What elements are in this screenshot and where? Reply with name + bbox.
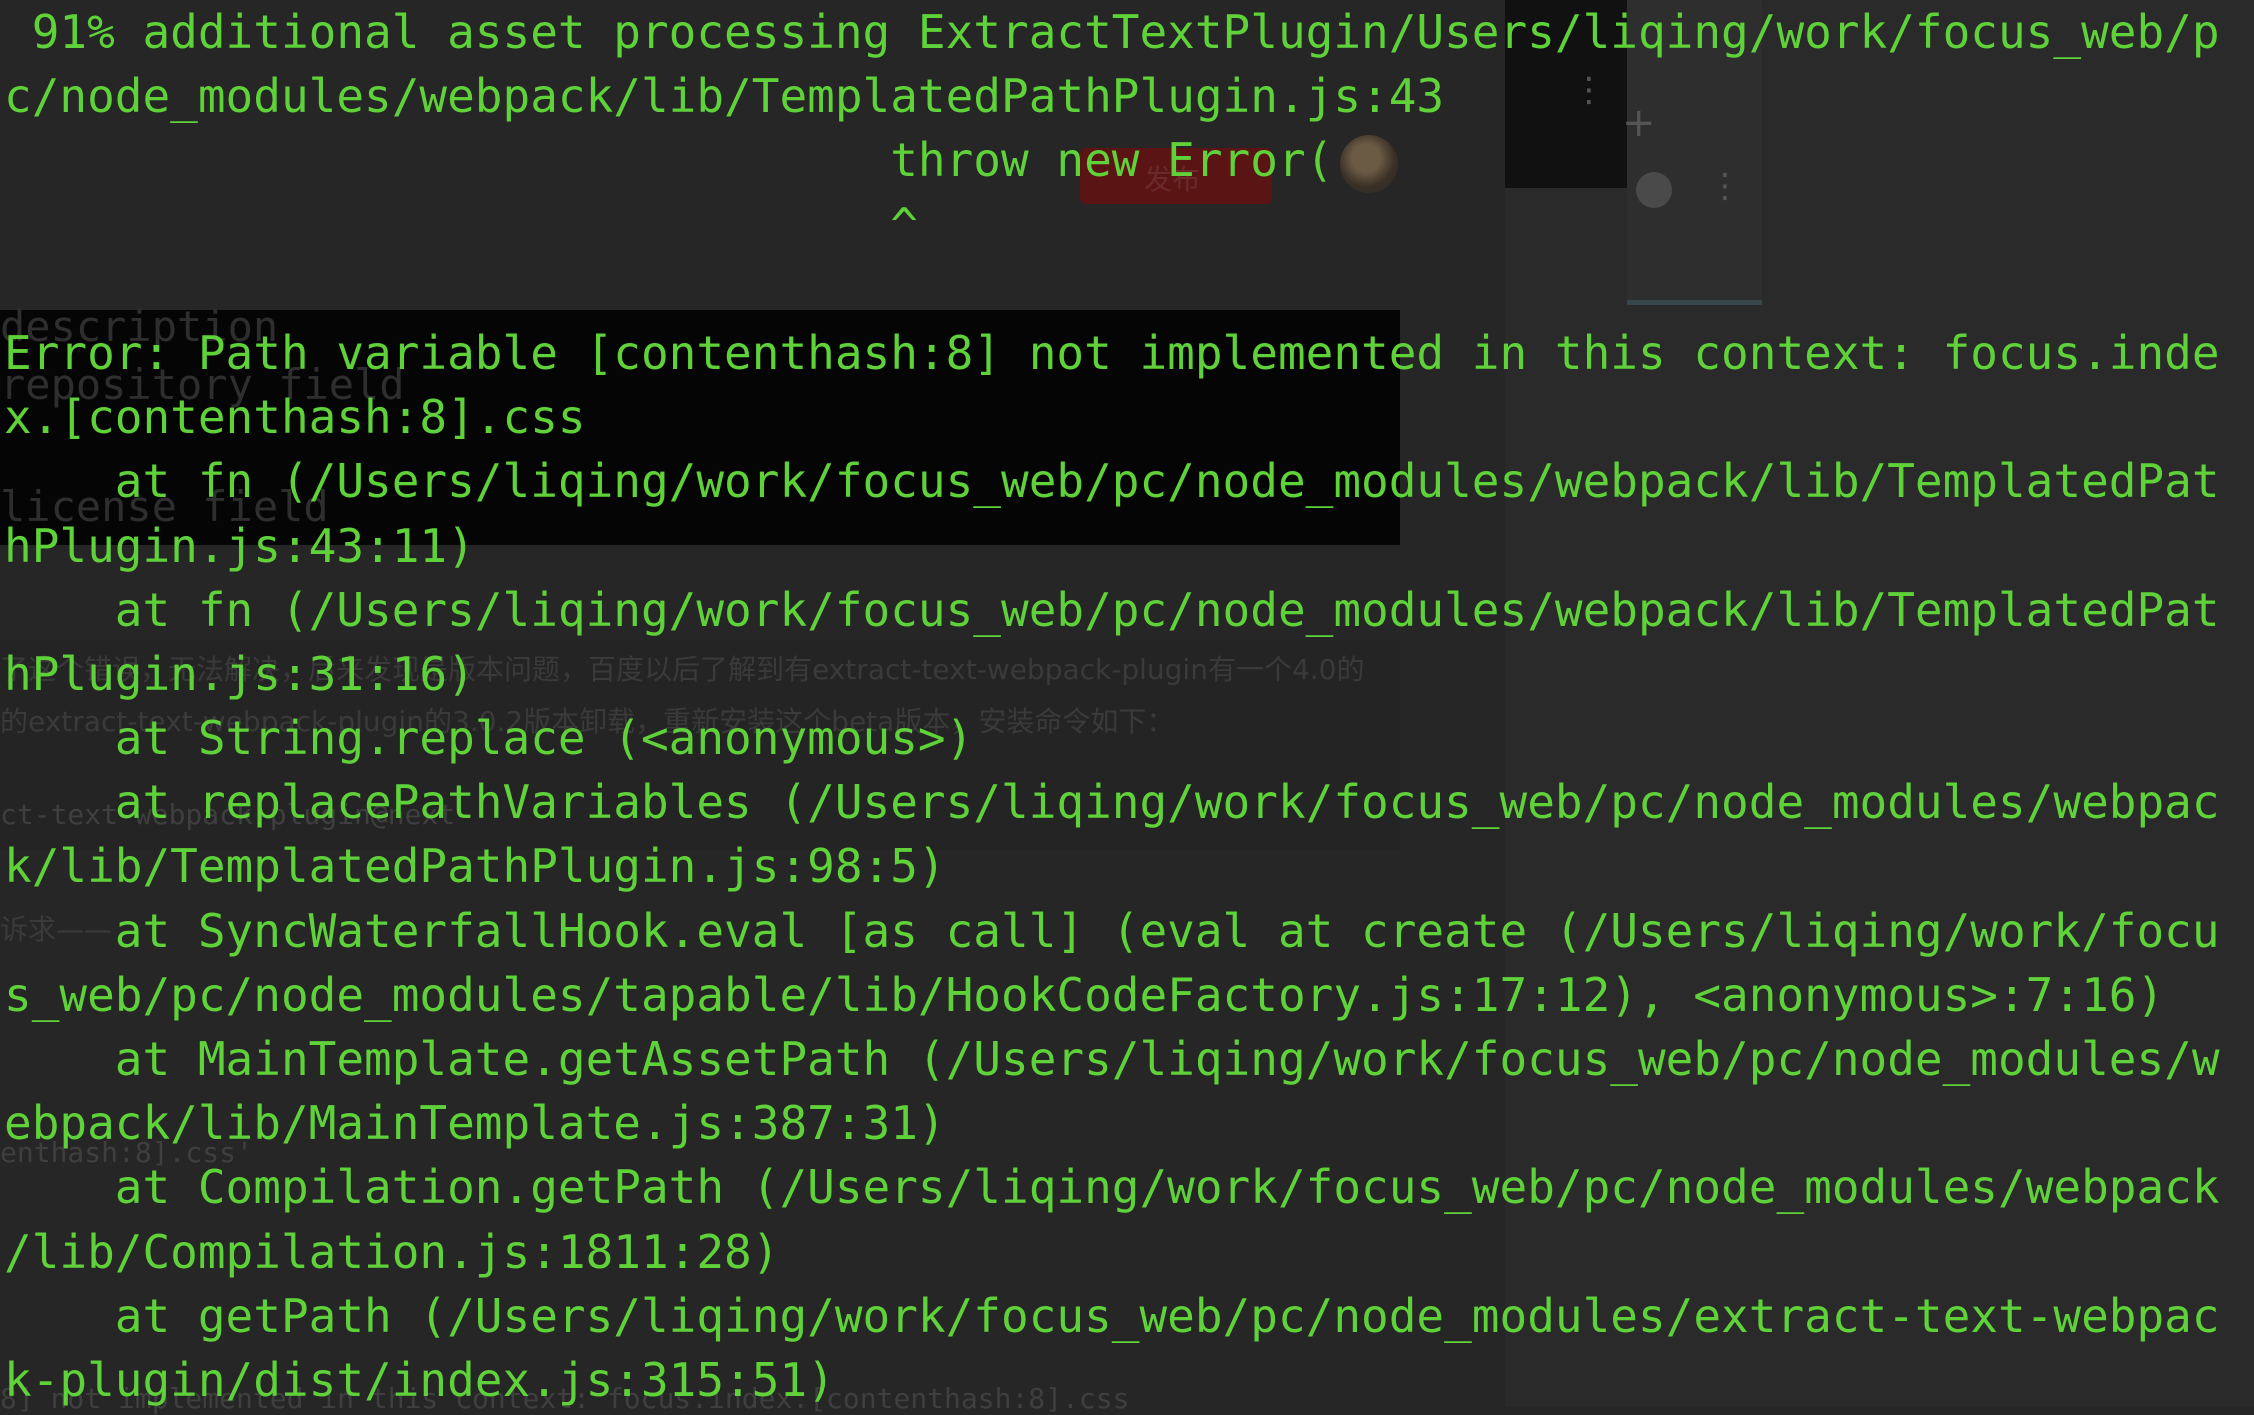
terminal-line: s_web/pc/node_modules/tapable/lib/HookCo… bbox=[4, 967, 2165, 1022]
terminal-line: k-plugin/dist/index.js:315:51) bbox=[4, 1352, 835, 1407]
terminal-line: c/node_modules/webpack/lib/TemplatedPath… bbox=[4, 69, 1445, 124]
terminal-line: Error: Path variable [contenthash:8] not… bbox=[4, 325, 2220, 380]
terminal-line: hPlugin.js:31:16) bbox=[4, 646, 475, 701]
terminal-line: at Compilation.getPath (/Users/liqing/wo… bbox=[4, 1160, 2220, 1215]
terminal-line: at getPath (/Users/liqing/work/focus_web… bbox=[4, 1288, 2220, 1343]
terminal-line: at fn (/Users/liqing/work/focus_web/pc/n… bbox=[4, 454, 2220, 509]
terminal-line: k/lib/TemplatedPathPlugin.js:98:5) bbox=[4, 839, 946, 894]
terminal-line: 91% additional asset processing ExtractT… bbox=[4, 5, 2220, 59]
terminal-output[interactable]: 91% additional asset processing ExtractT… bbox=[4, 0, 2252, 1412]
terminal-line: x.[contenthash:8].css bbox=[4, 390, 586, 445]
terminal-line: at SyncWaterfallHook.eval [as call] (eva… bbox=[4, 903, 2220, 958]
terminal-line: hPlugin.js:43:11) bbox=[4, 518, 475, 573]
terminal-line: ebpack/lib/MainTemplate.js:387:31) bbox=[4, 1096, 946, 1151]
terminal-line: at replacePathVariables (/Users/liqing/w… bbox=[4, 775, 2220, 830]
terminal-line: at fn (/Users/liqing/work/focus_web/pc/n… bbox=[4, 582, 2220, 637]
terminal-line: ^ bbox=[4, 197, 918, 252]
terminal-line: at String.replace (<anonymous>) bbox=[4, 711, 974, 766]
terminal-line: at MainTemplate.getAssetPath (/Users/liq… bbox=[4, 1032, 2220, 1086]
terminal-line: throw new Error( bbox=[4, 133, 1334, 188]
terminal-line: /lib/Compilation.js:1811:28) bbox=[4, 1224, 780, 1279]
